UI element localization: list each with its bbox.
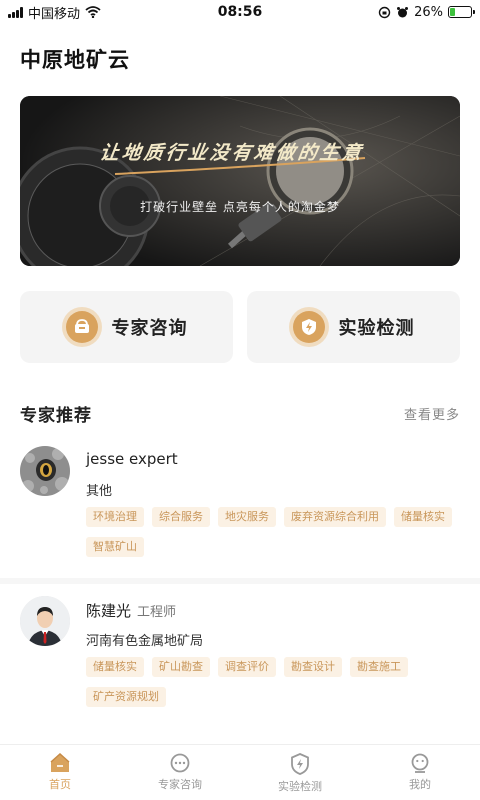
expert-organization: 河南有色金属地矿局	[86, 634, 204, 649]
expert-consult-label: 专家咨询	[111, 318, 188, 339]
expert-tag: 地灾服务	[218, 507, 276, 527]
rotation-lock-icon	[378, 6, 391, 18]
status-left: 中国移动	[8, 3, 101, 22]
expert-tags: 环境治理 综合服务 地灾服务 废弃资源综合利用 储量核实 智慧矿山	[86, 507, 466, 557]
expert-tags: 储量核实 矿山勘查 调查评价 勘查设计 勘查施工 矿产资源规划	[86, 657, 466, 707]
expert-tag: 综合服务	[152, 507, 210, 527]
promo-banner[interactable]	[20, 96, 460, 266]
expert-card[interactable]: jesse expert 其他 环境治理 综合服务 地灾服务 废弃资源综合利用 …	[0, 444, 480, 578]
avatar	[20, 596, 70, 646]
status-right: 26%	[378, 4, 475, 20]
carrier-label: 中国移动	[28, 6, 81, 22]
expert-tag: 勘查设计	[284, 657, 342, 677]
tab-lab-testing[interactable]: 实验检测	[240, 745, 360, 800]
expert-tag: 矿山勘查	[152, 657, 210, 677]
alarm-icon	[397, 6, 409, 17]
user-icon	[411, 753, 429, 773]
divider	[0, 578, 480, 584]
status-bar: 中国移动 08:56 26%	[0, 0, 480, 24]
signal-icon	[8, 6, 23, 18]
expert-tag: 智慧矿山	[86, 537, 144, 557]
tab-home[interactable]: 首页	[0, 745, 120, 800]
lab-testing-label: 实验检测	[338, 318, 415, 339]
slogan-underline	[114, 157, 366, 175]
expert-card[interactable]: 陈建光 工程师 河南有色金属地矿局 储量核实 矿山勘查 调查评价 勘查设计 勘查…	[0, 594, 480, 734]
home-icon	[50, 753, 70, 772]
expert-tag: 储量核实	[86, 657, 144, 677]
shield-lightning-icon	[292, 311, 325, 343]
tab-label: 我的	[409, 778, 431, 791]
expert-tag: 废弃资源综合利用	[284, 507, 386, 527]
chat-icon	[170, 753, 190, 773]
expert-tag: 勘查施工	[350, 657, 408, 677]
expert-title: 工程师	[137, 605, 177, 620]
view-more-link[interactable]: 查看更多	[404, 404, 460, 423]
wifi-icon	[85, 6, 101, 18]
expert-organization: 其他	[86, 484, 113, 499]
tab-expert-consult[interactable]: 专家咨询	[120, 745, 240, 800]
tab-mine[interactable]: 我的	[360, 745, 480, 800]
expert-tag: 储量核实	[394, 507, 452, 527]
banner-subtitle: 打破行业壁垒 点亮每个人的淘金梦	[140, 200, 340, 214]
expert-name: jesse expert	[86, 450, 178, 468]
section-title: 专家推荐	[20, 406, 92, 426]
avatar	[20, 446, 70, 496]
expert-tag: 矿产资源规划	[86, 687, 166, 707]
tab-label: 实验检测	[278, 780, 322, 793]
consult-icon	[65, 311, 98, 343]
battery-icon	[448, 6, 475, 18]
battery-percent: 26%	[414, 4, 443, 20]
expert-name-row: 陈建光 工程师	[86, 600, 176, 621]
expert-tag: 环境治理	[86, 507, 144, 527]
expert-name: 陈建光	[86, 602, 132, 620]
expert-tag: 调查评价	[218, 657, 276, 677]
lab-testing-card[interactable]: 实验检测	[247, 291, 460, 363]
tab-label: 专家咨询	[158, 778, 202, 791]
bottom-tab-bar: 首页 专家咨询 实验检测 我的	[0, 744, 480, 800]
expert-consult-card[interactable]: 专家咨询	[20, 291, 233, 363]
tab-label: 首页	[49, 778, 71, 791]
banner-slogan: 让地质行业没有难做的生意	[98, 142, 366, 164]
page-title: 中原地矿云	[20, 48, 130, 72]
shield-lightning-icon	[291, 753, 309, 775]
expert-name-row: jesse expert	[86, 450, 178, 468]
battery-level	[450, 8, 456, 16]
